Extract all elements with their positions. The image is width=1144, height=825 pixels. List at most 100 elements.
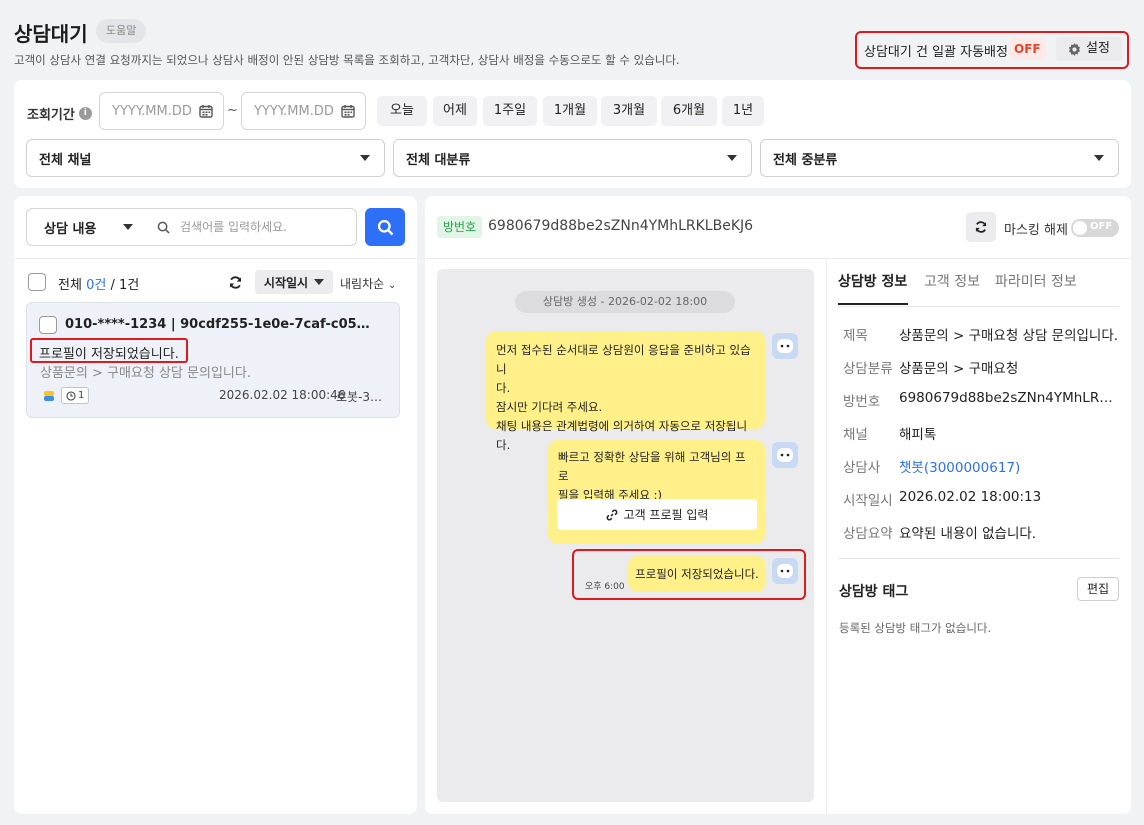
toggle-knob — [1073, 221, 1087, 235]
agent-link[interactable]: 챗봇(3000000617) — [899, 456, 1119, 476]
message-line: 빠르고 정확한 상담을 위해 고객님의 프로 — [558, 450, 746, 483]
refresh-button[interactable] — [966, 212, 996, 242]
active-tab-indicator — [838, 303, 908, 305]
ticket-subject: 상품문의 > 구매요청 상담 문의입니다. — [40, 366, 251, 381]
link-icon — [606, 509, 617, 520]
field-label: 방번호 — [843, 394, 881, 410]
period-label: 조회기간 i — [27, 104, 92, 123]
field-label: 제목 — [843, 328, 868, 344]
preset-3month-button[interactable]: 3개월 — [601, 96, 657, 126]
mask-toggle-status: OFF — [1090, 221, 1113, 232]
chevron-down-icon — [727, 155, 737, 161]
divider — [425, 258, 1131, 259]
preset-1year-button[interactable]: 1년 — [722, 96, 764, 126]
help-button[interactable]: 도움말 — [96, 19, 147, 43]
refresh-icon — [975, 221, 987, 233]
settings-button[interactable]: 설정 — [1056, 37, 1122, 61]
message-time: 오후 6:00 — [585, 582, 625, 592]
divider — [14, 258, 417, 259]
message-line: 다. — [496, 381, 511, 395]
channel-select[interactable]: 전체 채널 — [26, 139, 385, 177]
bot-face-icon — [777, 564, 793, 578]
minor-category-select[interactable]: 전체 중분류 — [760, 139, 1119, 177]
tag-empty-message: 등록된 상담방 태그가 없습니다. — [839, 621, 992, 635]
field-value-category: 상품문의 > 구매요청 — [899, 361, 1019, 377]
search-icon — [157, 221, 170, 234]
field-value-channel: 해피톡 — [899, 427, 937, 443]
edit-tags-button[interactable]: 편집 — [1077, 577, 1119, 601]
search-icon — [377, 219, 393, 235]
bot-avatar — [772, 442, 798, 468]
search-type-value: 상담 내용 — [44, 221, 97, 237]
sort-field-select[interactable]: 시작일시 — [255, 270, 333, 294]
info-icon[interactable]: i — [78, 107, 92, 120]
bot-message-bubble: 먼저 접수된 순서대로 상담원이 응답을 준비하고 있습니 다. 잠시만 기다려… — [486, 331, 765, 452]
total-count: / 1건 — [110, 278, 140, 293]
calendar-icon[interactable] — [341, 104, 355, 118]
search-type-select[interactable]: 상담 내용 — [27, 218, 147, 237]
bot-face-icon — [777, 339, 793, 353]
field-label: 상담분류 — [843, 361, 893, 377]
system-notice: 상담방 생성 - 2026-02-02 18:00 — [515, 291, 735, 313]
mask-toggle-label: 마스킹 해제 — [1004, 223, 1068, 238]
bot-face-icon — [777, 448, 793, 462]
ticket-checkbox[interactable] — [39, 316, 57, 334]
tab-parameter-info[interactable]: 파라미터 정보 — [995, 271, 1077, 291]
message-line: 잠시만 기다려 주세요. — [496, 400, 603, 414]
tab-customer-info[interactable]: 고객 정보 — [924, 271, 980, 291]
preset-yesterday-button[interactable]: 어제 — [433, 96, 477, 126]
sort-field-value: 시작일시 — [263, 275, 309, 290]
preset-1month-button[interactable]: 1개월 — [543, 96, 597, 126]
divider — [838, 558, 1119, 559]
select-all-checkbox[interactable] — [28, 273, 46, 291]
auto-assign-status-badge[interactable]: OFF — [1009, 38, 1046, 60]
field-value-room-id: 6980679d88be2sZNn4YMhLRKL... — [899, 390, 1119, 406]
field-label: 시작일시 — [843, 493, 893, 509]
channel-select-value: 전체 채널 — [39, 152, 92, 168]
preset-1week-button[interactable]: 1주일 — [483, 96, 537, 126]
ticket-time: 2026.02.02 18:00:46 — [219, 388, 346, 402]
preset-6month-button[interactable]: 6개월 — [661, 96, 717, 126]
search-button[interactable] — [365, 208, 405, 246]
ticket-agent: 로봇-30... — [336, 390, 388, 404]
room-number-badge: 방번호 — [437, 216, 483, 238]
divider — [826, 259, 827, 814]
wait-count-badge: 1 — [61, 387, 90, 404]
end-date-input[interactable]: YYYY.MM.DD — [241, 92, 366, 130]
message-line: 먼저 접수된 순서대로 상담원이 응답을 준비하고 있습니 — [496, 343, 751, 376]
field-value-summary: 요약된 내용이 없습니다. — [899, 526, 1037, 542]
end-date-placeholder: YYYY.MM.DD — [254, 103, 334, 119]
chevron-down-icon — [1094, 155, 1104, 161]
calendar-icon[interactable] — [199, 104, 213, 118]
minor-category-value: 전체 중분류 — [773, 152, 838, 168]
wait-count: 1 — [78, 390, 85, 401]
refresh-icon[interactable] — [228, 275, 243, 290]
selected-count: 0건 — [86, 278, 107, 293]
sort-order-label: 내림차순 — [340, 277, 385, 291]
search-bar: 상담 내용 — [26, 208, 357, 246]
customer-profile-button[interactable]: 고객 프로필 입력 — [557, 499, 757, 530]
preset-today-button[interactable]: 오늘 — [377, 96, 427, 126]
search-input[interactable] — [180, 220, 345, 234]
period-label-text: 조회기간 — [27, 108, 75, 123]
date-separator: ~ — [227, 103, 238, 118]
settings-label: 설정 — [1086, 41, 1110, 56]
page-description: 고객이 상담사 연결 요청까지는 되었으나 상담사 배정이 안된 상담방 목록을… — [14, 53, 680, 67]
gear-icon — [1069, 42, 1081, 56]
sort-order-toggle[interactable]: 내림차순 ⌄ — [340, 275, 396, 292]
bot-avatar — [772, 333, 798, 359]
chevron-down-icon — [360, 155, 370, 161]
field-value-title: 상품문의 > 구매요청 상담 문의입니다. — [899, 328, 1119, 344]
major-category-select[interactable]: 전체 대분류 — [393, 139, 752, 177]
start-date-input[interactable]: YYYY.MM.DD — [99, 92, 224, 130]
field-label: 채널 — [843, 427, 868, 443]
ticket-count: 전체 0건 / 1건 — [58, 274, 139, 293]
start-date-placeholder: YYYY.MM.DD — [112, 103, 192, 119]
channel-icon — [44, 390, 54, 401]
room-id: 6980679d88be2sZNn4YMhLRKLBeKJ6 — [488, 218, 754, 234]
ticket-last-message: 프로필이 저장되었습니다. — [39, 347, 179, 362]
sort-updown-icon: ⌄ — [388, 280, 397, 291]
page-title: 상담대기 — [14, 22, 88, 46]
tab-room-info[interactable]: 상담방 정보 — [838, 271, 907, 291]
field-label: 상담요약 — [843, 526, 893, 542]
